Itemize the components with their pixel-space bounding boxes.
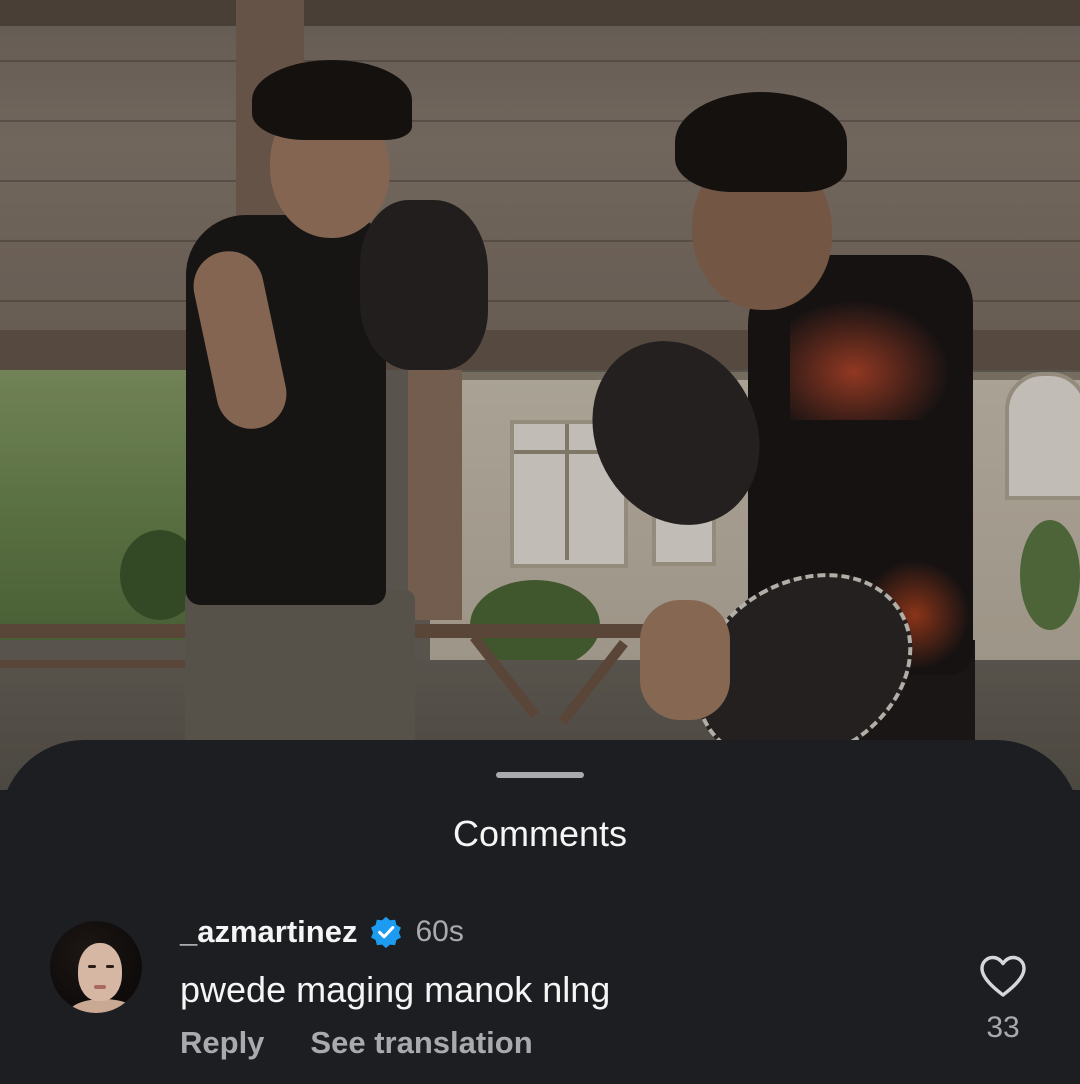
sheet-title: Comments xyxy=(452,813,628,854)
comment-timestamp: 60s xyxy=(415,915,464,948)
heart-outline-icon[interactable] xyxy=(978,954,1028,998)
post-media[interactable] xyxy=(0,0,1080,790)
comment-text: pwede maging manok nlng xyxy=(180,969,611,1010)
see-translation-button[interactable]: See translation xyxy=(310,1024,532,1062)
username[interactable]: _azmartinez xyxy=(180,913,357,951)
verified-badge-icon xyxy=(371,916,402,949)
instagram-comments-screen: Comments _azmartinez 60s pwede maging ma… xyxy=(0,0,1080,1084)
reply-button[interactable]: Reply xyxy=(180,1024,264,1062)
comment-actions: Reply See translation xyxy=(180,1024,533,1062)
like-count: 33 xyxy=(986,1011,1020,1044)
comments-sheet: Comments _azmartinez 60s pwede maging ma… xyxy=(0,740,1080,1084)
comment-header: _azmartinez 60s xyxy=(180,912,464,952)
drag-handle[interactable] xyxy=(496,772,584,778)
avatar[interactable] xyxy=(50,921,142,1013)
